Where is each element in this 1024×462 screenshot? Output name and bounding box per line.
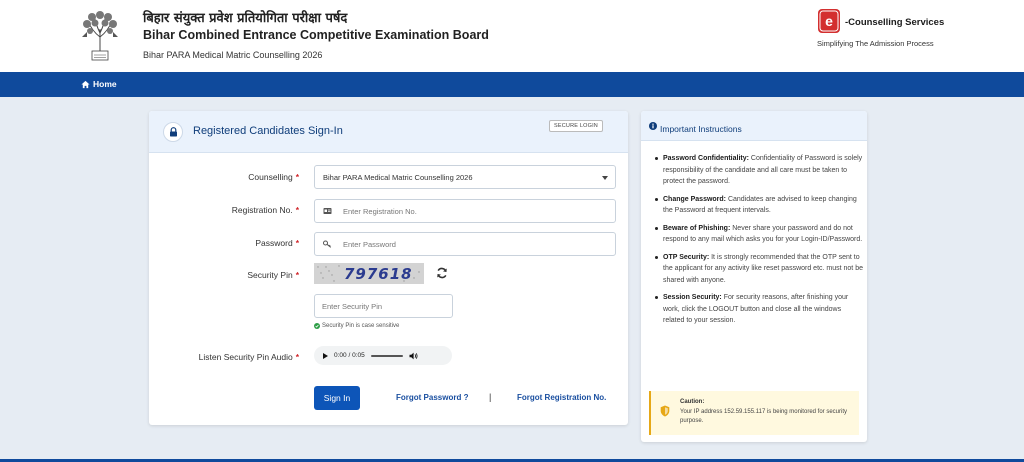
lock-badge	[163, 122, 183, 142]
signin-card-header: Registered Candidates Sign-In SECURE LOG…	[149, 111, 628, 153]
instruction-item: Change Password: Candidates are advised …	[655, 194, 863, 217]
required-marker: *	[295, 352, 299, 362]
forgot-password-link[interactable]: Forgot Password ?	[396, 393, 468, 402]
main-navbar: Home	[0, 72, 1024, 97]
info-icon	[649, 122, 657, 130]
volume-icon[interactable]	[409, 352, 418, 360]
board-title-english: Bihar Combined Entrance Competitive Exam…	[143, 28, 489, 42]
instruction-item: Beware of Phishing: Never share your pas…	[655, 223, 863, 246]
key-icon	[315, 233, 339, 255]
chevron-down-icon	[602, 176, 608, 180]
caution-text: Your IP address 152.59.155.117 is being …	[680, 409, 847, 424]
signin-card: Registered Candidates Sign-In SECURE LOG…	[149, 111, 628, 425]
refresh-captcha-icon[interactable]	[436, 267, 448, 279]
instructions-title: Important Instructions	[660, 124, 742, 134]
password-input[interactable]	[343, 236, 611, 252]
caution-title: Caution:	[680, 399, 705, 405]
nav-home-label: Home	[93, 79, 117, 89]
home-icon	[81, 80, 90, 88]
security-pin-field	[314, 294, 453, 318]
check-circle-icon	[314, 323, 320, 329]
instruction-item: Session Security: For security reasons, …	[655, 292, 863, 327]
security-pin-label: Security Pin *	[247, 270, 299, 280]
link-separator: |	[489, 392, 492, 402]
caution-box: Caution: Your IP address 152.59.155.117 …	[649, 391, 859, 435]
brand-tagline: Simplifying The Admission Process	[817, 39, 934, 48]
counselling-label: Counselling *	[248, 172, 299, 182]
instructions-list: Password Confidentiality: Confidentialit…	[655, 153, 863, 333]
captcha-image: 797618	[314, 263, 424, 284]
signin-button[interactable]: Sign In	[314, 386, 360, 410]
required-marker: *	[295, 238, 299, 248]
signin-title: Registered Candidates Sign-In	[193, 125, 343, 137]
required-marker: *	[295, 270, 299, 280]
security-pin-input[interactable]	[322, 299, 447, 314]
audio-progress-bar[interactable]	[370, 354, 403, 357]
nav-home-link[interactable]: Home	[81, 79, 117, 89]
board-title-hindi: बिहार संयुक्त प्रवेश प्रतियोगिता परीक्षा…	[143, 11, 348, 26]
password-label: Password *	[255, 238, 299, 248]
instruction-item: Password Confidentiality: Confidentialit…	[655, 153, 863, 188]
instruction-item: OTP Security: It is strongly recommended…	[655, 252, 863, 287]
pin-note-text: Security Pin is case sensitive	[322, 323, 400, 329]
instructions-header: Important Instructions	[641, 111, 867, 141]
registration-field	[314, 199, 616, 223]
id-card-icon	[315, 200, 339, 222]
e-counselling-logo-icon: e	[818, 9, 840, 33]
play-icon[interactable]	[323, 352, 328, 359]
audio-time: 0:00 / 0:05	[334, 352, 365, 359]
bihar-emblem-icon	[82, 11, 118, 61]
instructions-panel: Important Instructions Password Confiden…	[641, 111, 867, 442]
pin-note: Security Pin is case sensitive	[314, 323, 399, 329]
password-field	[314, 232, 616, 256]
site-header: बिहार संयुक्त प्रवेश प्रतियोगिता परीक्षा…	[0, 0, 1024, 72]
brand-name: -Counselling Services	[845, 17, 945, 28]
counselling-selected-value: Bihar PARA Medical Matric Counselling 20…	[323, 173, 473, 182]
security-pin-audio-player: 0:00 / 0:05	[314, 346, 452, 365]
registration-input[interactable]	[343, 203, 611, 219]
required-marker: *	[295, 205, 299, 215]
brand-logo-letter: e	[825, 13, 833, 29]
shield-icon	[660, 405, 670, 417]
required-marker: *	[295, 172, 299, 182]
registration-label: Registration No. *	[231, 205, 299, 215]
captcha-text: 797618	[344, 265, 413, 283]
audio-label: Listen Security Pin Audio *	[198, 352, 299, 362]
page-subtitle: Bihar PARA Medical Matric Counselling 20…	[143, 50, 323, 60]
forgot-registration-link[interactable]: Forgot Registration No.	[517, 393, 606, 402]
counselling-select[interactable]: Bihar PARA Medical Matric Counselling 20…	[314, 165, 616, 189]
lock-icon	[169, 127, 177, 137]
secure-login-badge: SECURE LOGIN	[549, 120, 603, 132]
